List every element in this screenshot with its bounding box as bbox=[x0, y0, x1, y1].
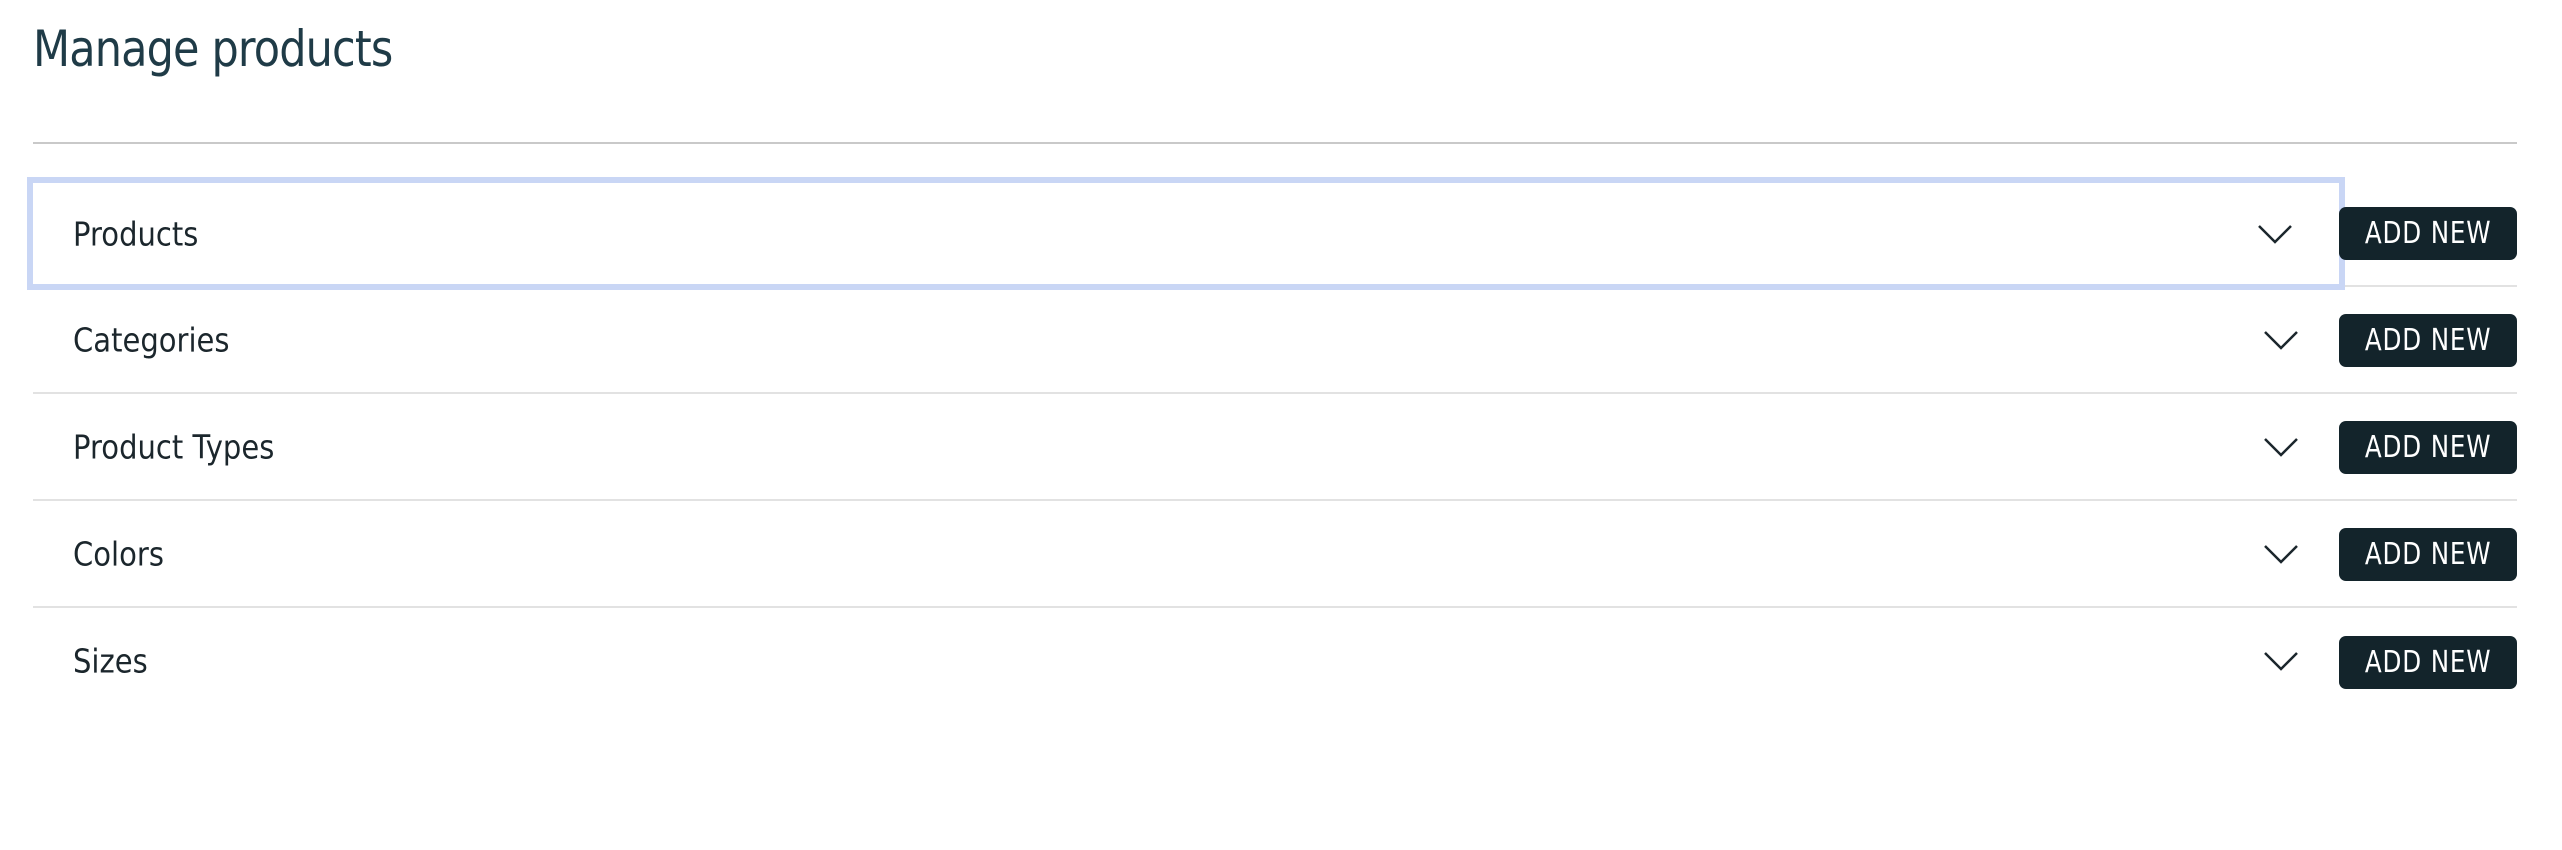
section-row-product-types: Product Types ADD NEW bbox=[33, 394, 2517, 501]
section-row-sizes: Sizes ADD NEW bbox=[33, 608, 2517, 715]
accordion-label: Colors bbox=[73, 534, 164, 573]
section-row-products: Products ADD NEW bbox=[27, 177, 2517, 290]
add-new-product-type-button[interactable]: ADD NEW bbox=[2339, 420, 2517, 474]
accordion-header-colors[interactable]: Colors bbox=[33, 501, 2341, 606]
add-new-size-button[interactable]: ADD NEW bbox=[2339, 635, 2517, 689]
chevron-down-icon[interactable] bbox=[2263, 437, 2299, 457]
accordion-label: Categories bbox=[73, 320, 230, 359]
add-new-label: ADD NEW bbox=[2364, 644, 2492, 680]
add-new-label: ADD NEW bbox=[2364, 536, 2492, 572]
chevron-down-icon[interactable] bbox=[2263, 330, 2299, 350]
accordion-label: Product Types bbox=[73, 427, 275, 466]
add-new-label: ADD NEW bbox=[2364, 429, 2492, 465]
title-divider bbox=[33, 142, 2517, 144]
chevron-down-icon[interactable] bbox=[2257, 224, 2293, 244]
accordion-header-products[interactable]: Products bbox=[27, 177, 2345, 290]
accordion-list: Products ADD NEW Categories ADD NEW Prod… bbox=[27, 177, 2517, 715]
add-new-color-button[interactable]: ADD NEW bbox=[2339, 527, 2517, 581]
add-new-label: ADD NEW bbox=[2364, 322, 2492, 358]
chevron-down-icon[interactable] bbox=[2263, 544, 2299, 564]
accordion-header-categories[interactable]: Categories bbox=[33, 287, 2341, 392]
add-new-category-button[interactable]: ADD NEW bbox=[2339, 313, 2517, 367]
section-row-colors: Colors ADD NEW bbox=[33, 501, 2517, 608]
accordion-header-product-types[interactable]: Product Types bbox=[33, 394, 2341, 499]
add-new-label: ADD NEW bbox=[2364, 215, 2492, 251]
accordion-header-sizes[interactable]: Sizes bbox=[33, 608, 2341, 713]
accordion-label: Sizes bbox=[73, 641, 148, 680]
add-new-product-button[interactable]: ADD NEW bbox=[2339, 206, 2517, 260]
page-title: Manage products bbox=[33, 20, 393, 78]
accordion-label: Products bbox=[73, 214, 199, 253]
chevron-down-icon[interactable] bbox=[2263, 651, 2299, 671]
section-row-categories: Categories ADD NEW bbox=[33, 287, 2517, 394]
